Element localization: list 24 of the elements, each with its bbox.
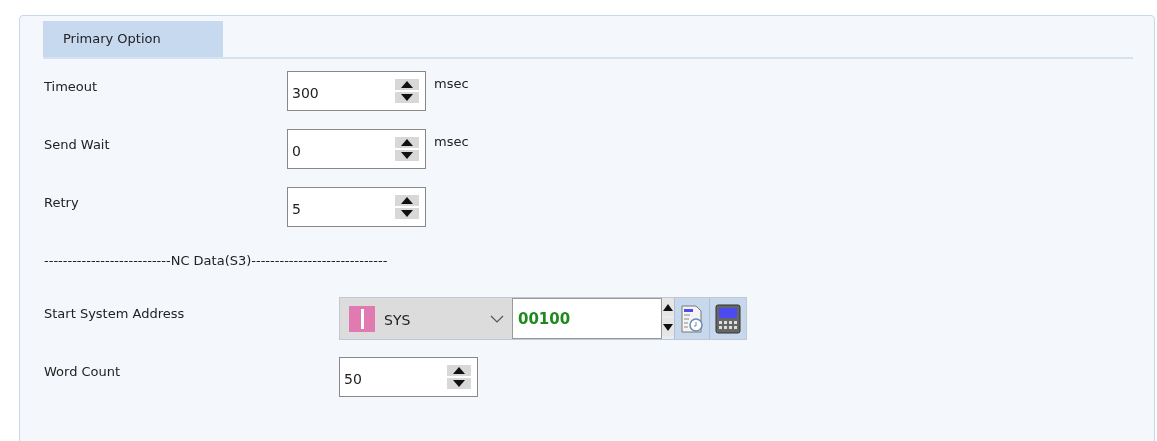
device-icon	[349, 305, 375, 332]
tab[interactable]: Primary Option	[43, 21, 223, 57]
field-label: Start System Address	[44, 305, 186, 321]
address-field[interactable]: 00100	[512, 298, 662, 339]
chevron-down-icon	[490, 314, 504, 323]
spin-arrows-icon[interactable]	[395, 137, 419, 161]
spin-arrows-icon[interactable]	[395, 79, 419, 103]
number-field[interactable]: 300	[287, 71, 426, 111]
document-icon[interactable]	[674, 298, 709, 339]
number-field[interactable]: 5	[287, 187, 426, 227]
spin-arrows-icon[interactable]	[447, 365, 471, 389]
calculator-icon[interactable]	[709, 298, 746, 339]
unit-label: msec	[433, 133, 469, 149]
number-field[interactable]: 0	[287, 129, 426, 169]
spin-arrows-icon[interactable]	[662, 298, 674, 339]
section-divider-label: ---------------------------NC Data(S3)-----------------------------	[44, 252, 389, 270]
field-label: Retry	[44, 194, 80, 210]
field-label: Timeout	[44, 78, 99, 94]
number-field[interactable]: 50	[339, 357, 478, 397]
spin-arrows-icon[interactable]	[395, 195, 419, 219]
field-label: Word Count	[44, 363, 122, 379]
device-dropdown[interactable]: SYS	[340, 298, 512, 339]
field-label: Send Wait	[44, 136, 111, 152]
unit-label: msec	[433, 75, 469, 91]
